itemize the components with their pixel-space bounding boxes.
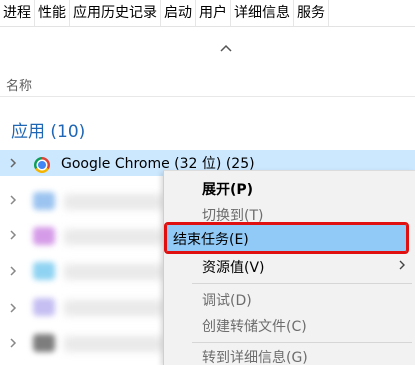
tab-services[interactable]: 服务: [294, 0, 329, 26]
menu-item-switch-to[interactable]: 切换到(T): [202, 205, 263, 225]
app-icon-blurred: [33, 227, 55, 245]
column-header-name[interactable]: 名称: [6, 75, 32, 94]
app-icon-blurred: [33, 298, 55, 316]
app-icon-blurred: [33, 262, 55, 280]
group-title-apps: 应用 (10): [11, 122, 86, 142]
tab-app-history[interactable]: 应用历史记录: [70, 0, 161, 26]
chrome-icon: [34, 157, 50, 173]
tab-users[interactable]: 用户: [196, 0, 231, 26]
menu-item-end-task[interactable]: 结束任务(E): [164, 222, 409, 254]
menu-item-end-task-label: 结束任务(E): [173, 232, 249, 248]
app-icon-blurred: [33, 192, 55, 210]
app-name-blurred: [64, 264, 164, 280]
tab-performance[interactable]: 性能: [35, 0, 70, 26]
app-name-blurred: [64, 300, 164, 316]
menu-item-debug[interactable]: 调试(D): [202, 290, 252, 310]
menu-separator: [192, 283, 412, 284]
expand-chevron-icon[interactable]: [9, 302, 17, 314]
tab-processes[interactable]: 进程: [0, 0, 35, 26]
context-menu: 展开(P) 切换到(T) 资源值(V) 调试(D) 创建转储文件(C) 转到详细…: [163, 170, 415, 365]
header-divider: [0, 96, 415, 97]
collapse-caret-icon[interactable]: [219, 42, 233, 54]
menu-item-go-to-details[interactable]: 转到详细信息(G): [202, 347, 308, 365]
submenu-arrow-icon: [399, 260, 405, 270]
tab-details[interactable]: 详细信息: [231, 0, 294, 26]
app-icon-blurred: [33, 334, 55, 352]
expand-chevron-icon[interactable]: [9, 229, 17, 241]
menu-separator: [192, 342, 412, 343]
menu-item-resource-values[interactable]: 资源值(V): [202, 257, 265, 277]
menu-item-expand[interactable]: 展开(P): [202, 179, 253, 199]
expand-chevron-icon[interactable]: [9, 194, 17, 206]
menu-item-create-dump[interactable]: 创建转储文件(C): [202, 316, 307, 336]
expand-chevron-icon[interactable]: [9, 265, 17, 277]
tab-startup[interactable]: 启动: [161, 0, 196, 26]
app-name-blurred: [64, 194, 164, 210]
expand-chevron-icon[interactable]: [9, 337, 17, 349]
tab-bar: 进程 性能 应用历史记录 启动 用户 详细信息 服务: [0, 0, 415, 27]
app-name-blurred: [64, 229, 164, 245]
expand-chevron-icon[interactable]: [9, 157, 17, 169]
app-name-blurred: [64, 336, 164, 352]
